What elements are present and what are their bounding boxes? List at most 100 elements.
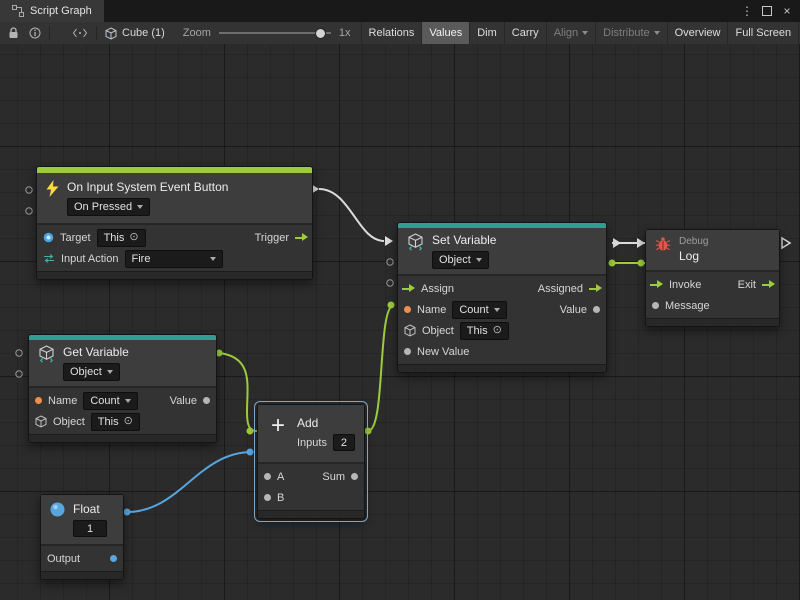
port-row-name: Name Count Value [29, 390, 216, 411]
port-label: A [277, 471, 284, 483]
lightning-icon [46, 180, 59, 197]
target-object-picker[interactable]: This ⊙ [97, 229, 146, 247]
node-footer [41, 571, 123, 579]
overview-button[interactable]: Overview [667, 22, 728, 44]
new-value-port[interactable] [404, 348, 411, 355]
port-row-new-value: New Value [398, 341, 606, 362]
port-row-target: Target This ⊙ Trigger [37, 227, 312, 248]
assign-flow-port[interactable] [402, 284, 415, 293]
float-circle-icon [50, 502, 65, 517]
a-port[interactable] [264, 473, 271, 480]
trigger-flow-port[interactable] [295, 233, 308, 242]
node-title: On Input System Event Button [67, 180, 228, 194]
port-row-object: Object This ⊙ [398, 320, 606, 341]
zoom-label: Zoom [183, 27, 211, 39]
float-value-field[interactable]: 1 [73, 520, 107, 537]
variable-scope-dropdown[interactable]: Object [63, 363, 120, 381]
sum-port[interactable] [351, 473, 358, 480]
node-debug-log[interactable]: Debug Log Invoke Exit Message [645, 229, 780, 327]
port-row-a: A Sum [258, 466, 364, 487]
cube-icon [404, 324, 416, 337]
inputs-label: Inputs [297, 437, 327, 449]
input-action-icon [43, 253, 55, 264]
object-picker[interactable]: This ⊙ [91, 413, 140, 431]
port-label: Assigned [538, 283, 583, 295]
graph-context-label[interactable]: Cube (1) [122, 27, 165, 39]
chevron-down-icon [107, 370, 113, 374]
b-port[interactable] [264, 494, 271, 501]
message-port[interactable] [652, 302, 659, 309]
node-category: Debug [679, 237, 708, 247]
values-button[interactable]: Values [421, 22, 469, 44]
info-icon[interactable] [29, 27, 41, 39]
node-get-variable[interactable]: Get Variable Object Name Count [28, 334, 217, 443]
window-controls: ⋮ × [737, 0, 800, 22]
inputs-count-field[interactable]: 2 [333, 434, 355, 451]
port-label: Sum [322, 471, 345, 483]
chevron-down-icon [476, 258, 482, 262]
zoom-slider[interactable] [219, 32, 331, 34]
port-label: New Value [417, 346, 469, 358]
script-graph-window: Script Graph ⋮ × Cube (1) Zoom 1x Rela [0, 0, 800, 600]
port-label: Message [665, 300, 710, 312]
input-action-dropdown[interactable]: Fire [125, 250, 223, 268]
name-port[interactable] [404, 306, 411, 313]
graph-canvas[interactable]: On Input System Event Button On Pressed … [0, 44, 800, 600]
port-row-b: B [258, 487, 364, 508]
exit-flow-port[interactable] [762, 280, 775, 289]
invoke-flow-port[interactable] [650, 280, 663, 289]
code-brackets-icon[interactable] [72, 28, 88, 38]
port-label: Name [417, 304, 446, 316]
tab-script-graph[interactable]: Script Graph [0, 0, 104, 22]
node-add[interactable]: + Add Inputs 2 A Sum [257, 404, 365, 519]
carry-button[interactable]: Carry [504, 22, 546, 44]
relations-button[interactable]: Relations [361, 22, 422, 44]
object-picker-icon: ⊙ [129, 232, 138, 243]
node-set-variable[interactable]: Set Variable Object Assign Assigned [397, 222, 607, 373]
window-close-button[interactable]: × [777, 0, 797, 22]
assigned-flow-port[interactable] [589, 284, 602, 293]
port-row-invoke: Invoke Exit [646, 274, 779, 295]
toolbar-divider [96, 26, 97, 40]
port-label: Value [560, 304, 587, 316]
lock-icon[interactable] [8, 27, 19, 39]
cube-icon [35, 415, 47, 428]
object-picker[interactable]: This ⊙ [460, 322, 509, 340]
name-port[interactable] [35, 397, 42, 404]
zoom-slider-knob[interactable] [315, 28, 326, 39]
variable-name-dropdown[interactable]: Count [83, 392, 137, 410]
port-row-object: Object This ⊙ [29, 411, 216, 432]
align-button: Align [546, 22, 595, 44]
node-on-input-system-event[interactable]: On Input System Event Button On Pressed … [36, 166, 313, 280]
node-footer [646, 318, 779, 326]
port-label: Input Action [61, 253, 119, 265]
output-port[interactable] [110, 555, 117, 562]
port-label: Trigger [255, 232, 289, 244]
event-mode-dropdown[interactable]: On Pressed [67, 198, 150, 216]
toolbar-buttons: Relations Values Dim Carry Align Distrib… [361, 22, 800, 44]
distribute-button: Distribute [595, 22, 666, 44]
full-screen-button[interactable]: Full Screen [727, 22, 799, 44]
node-title: Get Variable [63, 345, 129, 359]
node-float[interactable]: Float 1 Output [40, 494, 124, 580]
port-label: Exit [738, 279, 756, 291]
node-footer [258, 510, 364, 518]
graph-toolbar: Cube (1) Zoom 1x Relations Values Dim Ca… [0, 22, 800, 45]
cube-context-icon [105, 27, 117, 40]
window-menu-button[interactable]: ⋮ [737, 0, 757, 22]
node-title: Log [679, 249, 699, 263]
value-port[interactable] [593, 306, 600, 313]
variable-name-dropdown[interactable]: Count [452, 301, 506, 319]
window-maximize-button[interactable] [757, 0, 777, 22]
port-row-input-action: Input Action Fire [37, 248, 312, 269]
node-title: Float [73, 502, 100, 516]
chevron-down-icon [210, 257, 216, 261]
port-label: B [277, 492, 284, 504]
gameobject-icon [43, 232, 54, 243]
variable-scope-dropdown[interactable]: Object [432, 251, 489, 269]
port-row-message: Message [646, 295, 779, 316]
node-footer [398, 364, 606, 372]
plus-icon: + [267, 416, 289, 436]
value-port[interactable] [203, 397, 210, 404]
dim-button[interactable]: Dim [469, 22, 504, 44]
